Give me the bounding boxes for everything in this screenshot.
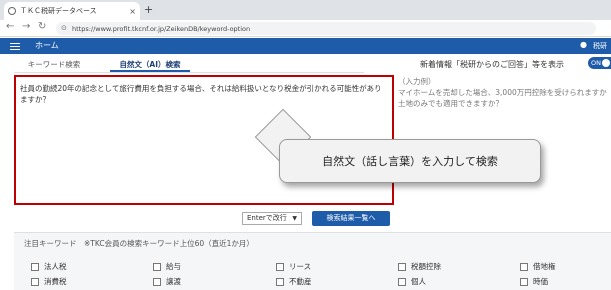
forward-icon[interactable]: → — [22, 21, 30, 32]
enter-select-value: Enterで改行 — [247, 214, 287, 222]
lock-icon: ⊙ — [61, 24, 67, 32]
keyword-checkbox[interactable]: 不動産 — [276, 276, 312, 287]
menu-icon[interactable] — [10, 43, 20, 50]
keyword-label: リース — [289, 262, 312, 271]
news-toggle-label: 新着情報「税研からのご回答」等を表示 — [420, 60, 564, 69]
keyword-checkbox[interactable]: 税額控除 — [398, 261, 441, 272]
keyword-label: 給与 — [166, 262, 181, 271]
news-toggle[interactable]: ON — [588, 57, 611, 69]
checkbox-icon[interactable] — [276, 262, 284, 271]
keyword-label: 個人 — [411, 277, 426, 286]
keyword-label: 不動産 — [289, 277, 312, 286]
browser-tab[interactable]: ＴＫＣ税研データベース × — [4, 2, 140, 20]
tab-close-icon[interactable]: × — [129, 7, 136, 16]
news-toggle-state: ON — [591, 59, 601, 67]
home-link[interactable]: ホーム — [35, 40, 59, 51]
keyword-checkbox[interactable]: 借地権 — [520, 261, 556, 272]
example-heading: （入力例） — [398, 77, 436, 86]
keyword-checkbox[interactable]: 消費税 — [31, 276, 67, 287]
keyword-checkbox[interactable]: 譲渡 — [153, 276, 181, 287]
checkbox-icon[interactable] — [31, 277, 39, 286]
keyword-checkbox[interactable]: リース — [276, 261, 311, 272]
checkbox-icon[interactable] — [520, 277, 528, 286]
query-text: 社員の勤続20年の記念として旅行費用を負担する場合、それは給料扱いとなり税金が引… — [20, 84, 382, 104]
browser-tab-title: ＴＫＣ税研データベース — [20, 7, 97, 15]
app-header — [0, 38, 611, 54]
chevron-down-icon: ▼ — [292, 215, 297, 222]
keyword-label: 時価 — [533, 277, 548, 286]
address-url: https://www.profit.tkcnf.or.jp/ZeikenDB/… — [72, 24, 251, 33]
tab-keyword-search[interactable]: キーワード検索 — [14, 58, 94, 72]
keyword-label: 税額控除 — [411, 262, 441, 271]
keyword-panel-title: 注目キーワード ※TKC会員の検索キーワード上位60（直近1か月） — [24, 239, 254, 248]
keyword-label: 借地権 — [533, 262, 556, 271]
example-line-2: 土地のみでも適用できますか？ — [398, 99, 503, 108]
checkbox-icon[interactable] — [398, 277, 406, 286]
checkbox-icon[interactable] — [398, 262, 406, 271]
instruction-callout: 自然文（話し言葉）を入力して検索 — [279, 139, 541, 183]
keyword-checkbox[interactable]: 個人 — [398, 276, 426, 287]
keyword-label: 譲渡 — [166, 277, 181, 286]
search-results-button[interactable]: 検索結果一覧へ — [312, 211, 390, 226]
back-icon[interactable]: ← — [6, 21, 14, 32]
address-bar[interactable]: ⊙ https://www.profit.tkcnf.or.jp/ZeikenD… — [56, 22, 596, 35]
tab-natural-language-search[interactable]: 自然文（AI）検索 — [110, 58, 190, 72]
checkbox-icon[interactable] — [276, 277, 284, 286]
help-label[interactable]: 税研 — [593, 41, 607, 51]
site-favicon-icon — [8, 7, 16, 15]
reload-icon[interactable]: ↻ — [38, 21, 46, 32]
toggle-knob — [602, 59, 610, 67]
checkbox-icon[interactable] — [520, 262, 528, 271]
keyword-checkbox[interactable]: 時価 — [520, 276, 548, 287]
chat-icon[interactable]: ● — [580, 40, 587, 49]
callout-text: 自然文（話し言葉）を入力して検索 — [322, 155, 498, 168]
keyword-checkbox[interactable]: 給与 — [153, 261, 181, 272]
input-example: （入力例） マイホームを売却した場合、3,000万円控除を受けられますか 土地の… — [398, 76, 607, 109]
keyword-label: 消費税 — [44, 277, 67, 286]
checkbox-icon[interactable] — [153, 277, 161, 286]
checkbox-icon[interactable] — [31, 262, 39, 271]
example-line-1: マイホームを売却した場合、3,000万円控除を受けられますか — [398, 88, 607, 97]
tab-divider — [14, 72, 364, 73]
checkbox-icon[interactable] — [153, 262, 161, 271]
keyword-checkbox[interactable]: 法人税 — [31, 261, 67, 272]
keyword-label: 法人税 — [44, 262, 67, 271]
new-tab-button[interactable]: + — [144, 3, 153, 16]
enter-newline-select[interactable]: Enterで改行 ▼ — [242, 212, 302, 225]
